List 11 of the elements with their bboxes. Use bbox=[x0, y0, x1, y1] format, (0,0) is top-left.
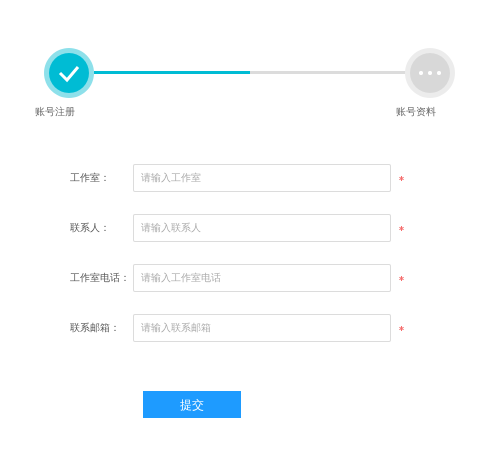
field-label: 联系人： bbox=[70, 222, 111, 236]
input-field[interactable]: 请输入联系人 bbox=[133, 214, 391, 242]
step-label: 账号注册 bbox=[35, 106, 75, 120]
step-label: 账号资料 bbox=[396, 106, 436, 120]
field-label: 联系邮箱： bbox=[70, 322, 121, 336]
input-field[interactable]: 请输入联系邮箱 bbox=[133, 314, 391, 342]
field-label: 工作室： bbox=[70, 172, 111, 186]
field-label: 工作室电话： bbox=[70, 272, 131, 286]
input-field[interactable]: 请输入工作室电话 bbox=[133, 264, 391, 292]
submit-button[interactable]: 提交 bbox=[143, 391, 241, 418]
input-field[interactable]: 请输入工作室 bbox=[133, 164, 391, 192]
